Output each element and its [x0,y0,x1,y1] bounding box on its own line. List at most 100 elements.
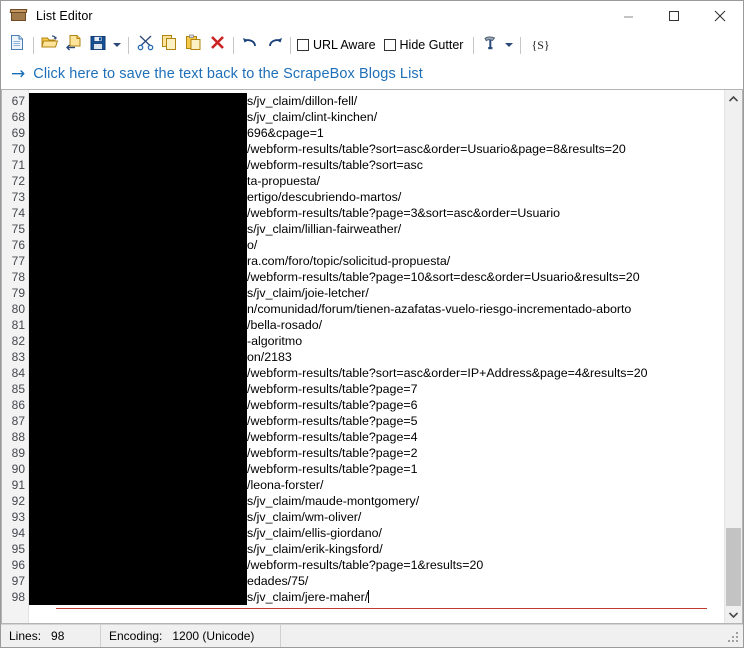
vertical-scrollbar[interactable] [724,90,742,623]
code-line[interactable]: /webform-results/table?page=1 [29,461,724,477]
paste-button[interactable] [181,33,205,57]
new-file-button[interactable] [5,33,29,57]
code-line[interactable]: ra.com/foro/topic/solicitud-propuesta/ [29,253,724,269]
open-file-button[interactable] [38,33,62,57]
code-line[interactable]: o/ [29,237,724,253]
maximize-button[interactable] [651,1,697,31]
code-line[interactable]: /webform-results/table?sort=asc&order=IP… [29,365,724,381]
code-line[interactable]: /webform-results/table?sort=asc [29,157,724,173]
code-line-text: -algoritmo [247,334,303,348]
save-as-icon [65,34,83,56]
code-line-text: s/jv_claim/dillon-fell/ [247,94,358,108]
code-line[interactable]: /webform-results/table?page=6 [29,397,724,413]
code-line[interactable]: edades/75/ [29,573,724,589]
line-number: 84 [11,366,25,380]
line-number: 72 [11,174,25,188]
line-number: 69 [11,126,25,140]
red-underline-rule [56,608,707,609]
copy-button[interactable] [157,33,181,57]
resize-grip[interactable] [728,632,740,644]
code-content-area[interactable]: s/jv_claim/dillon-fell/s/jv_claim/clint-… [29,90,724,623]
encoding-value: 1200 (Unicode) [172,629,255,643]
code-line[interactable]: /webform-results/table?page=2 [29,445,724,461]
code-line[interactable]: s/jv_claim/erik-kingsford/ [29,541,724,557]
code-line[interactable]: /webform-results/table?page=4 [29,429,724,445]
code-line[interactable]: s/jv_claim/wm-oliver/ [29,509,724,525]
code-line-text: s/jv_claim/lillian-fairweather/ [247,222,402,236]
close-button[interactable] [697,1,743,31]
scroll-down-button[interactable] [725,606,742,623]
code-line[interactable]: s/jv_claim/dillon-fell/ [29,93,724,109]
tools-button[interactable] [478,33,502,57]
paste-icon [185,34,202,56]
code-line[interactable]: /webform-results/table?page=3&sort=asc&o… [29,205,724,221]
undo-button[interactable] [238,33,262,57]
cut-button[interactable] [133,33,157,57]
line-number: 88 [11,430,25,444]
scroll-up-button[interactable] [725,90,742,107]
code-line[interactable]: s/jv_claim/ellis-giordano/ [29,525,724,541]
line-number: 79 [11,286,25,300]
save-back-link[interactable]: Click here to save the text back to the … [33,66,423,82]
url-aware-checkbox[interactable]: URL Aware [297,38,376,52]
code-line[interactable]: s/jv_claim/joie-letcher/ [29,285,724,301]
code-line[interactable]: /webform-results/table?page=7 [29,381,724,397]
code-line[interactable]: /webform-results/table?page=5 [29,413,724,429]
line-number: 67 [11,94,25,108]
code-line[interactable]: -algoritmo [29,333,724,349]
scissors-icon [137,34,154,56]
line-number: 81 [11,318,25,332]
redo-arrow-icon [266,35,283,55]
status-bar: Lines: 98 Encoding: 1200 (Unicode) [1,624,743,647]
code-line-text: s/jv_claim/maude-montgomery/ [247,494,420,508]
code-line[interactable]: ta-propuesta/ [29,173,724,189]
code-line[interactable]: /webform-results/table?page=1&results=20 [29,557,724,573]
code-line[interactable]: /leona-forster/ [29,477,724,493]
redo-button[interactable] [262,33,286,57]
save-dropdown-button[interactable] [110,33,124,57]
line-number: 70 [11,142,25,156]
line-number: 80 [11,302,25,316]
hide-gutter-checkbox[interactable]: Hide Gutter [383,38,463,52]
delete-button[interactable] [205,33,229,57]
lines-label: Lines: [9,629,42,643]
code-line[interactable]: s/jv_claim/clint-kinchen/ [29,109,724,125]
tools-dropdown-button[interactable] [502,33,516,57]
save-button[interactable] [86,33,110,57]
status-encoding-cell: Encoding: 1200 (Unicode) [101,625,281,647]
minimize-button[interactable] [605,1,651,31]
line-number: 78 [11,270,25,284]
toolbar-separator [33,36,34,54]
code-line[interactable]: on/2183 [29,349,724,365]
script-button[interactable]: {S} [527,36,553,55]
code-line[interactable]: /bella-rosado/ [29,317,724,333]
line-number: 85 [11,382,25,396]
code-line[interactable]: n/comunidad/forum/tienen-azafatas-vuelo-… [29,301,724,317]
line-number: 77 [11,254,25,268]
code-line-text: ertigo/descubriendo-martos/ [247,190,402,204]
code-line[interactable]: s/jv_claim/jere-maher/ [29,589,724,605]
code-line-text: n/comunidad/forum/tienen-azafatas-vuelo-… [247,302,632,316]
floppy-disk-icon [90,35,106,56]
line-number: 91 [11,478,25,492]
code-line-text: /webform-results/table?page=5 [247,414,418,428]
code-line[interactable]: /webform-results/table?sort=asc&order=Us… [29,141,724,157]
line-number: 90 [11,462,25,476]
scrollbar-track[interactable] [725,107,742,606]
code-line-text: o/ [247,238,258,252]
line-number: 74 [11,206,25,220]
code-line[interactable]: /webform-results/table?page=10&sort=desc… [29,269,724,285]
line-number: 87 [11,414,25,428]
save-back-link-bar: → Click here to save the text back to th… [1,59,743,89]
code-line[interactable]: s/jv_claim/maude-montgomery/ [29,493,724,509]
line-number: 75 [11,222,25,236]
code-line[interactable]: 696&cpage=1 [29,125,724,141]
line-number: 97 [11,574,25,588]
save-as-button[interactable] [62,33,86,57]
line-number-gutter: 67 68 69 70 71 72 73 74 75 76 77 78 79 80 81 82 83 84 85 86… [2,90,29,623]
chevron-down-icon [113,43,121,47]
code-line[interactable]: s/jv_claim/lillian-fairweather/ [29,221,724,237]
code-line-text: ra.com/foro/topic/solicitud-propuesta/ [247,254,451,268]
scrollbar-thumb[interactable] [726,528,741,606]
code-line[interactable]: ertigo/descubriendo-martos/ [29,189,724,205]
